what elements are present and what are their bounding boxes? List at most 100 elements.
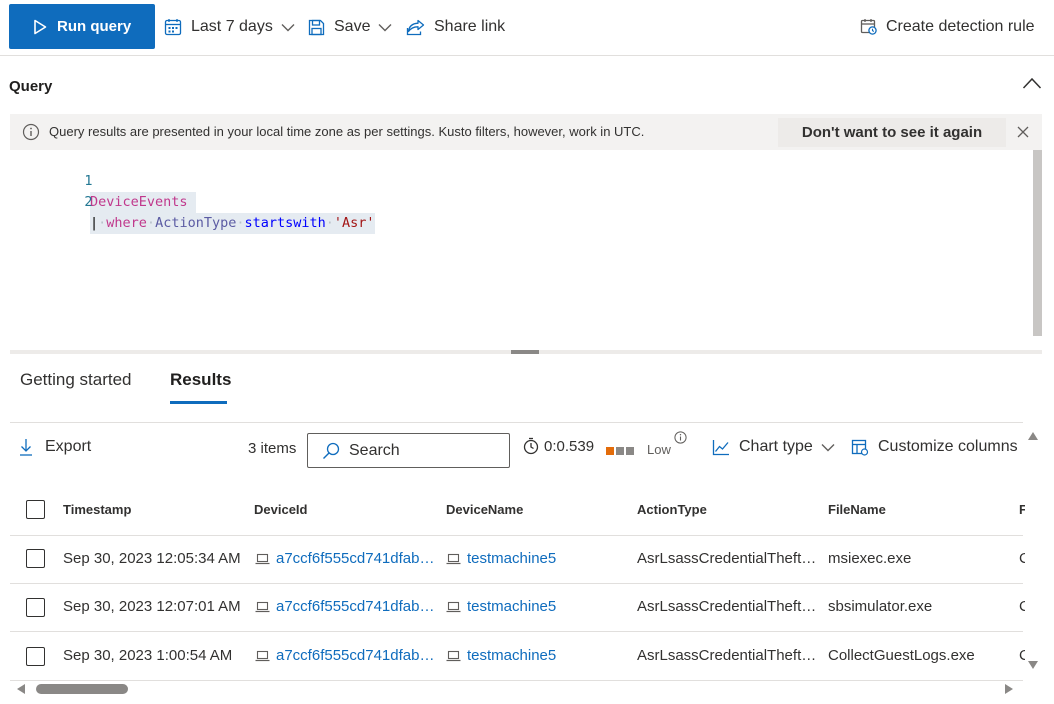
chevron-down-icon	[281, 23, 295, 32]
laptop-icon	[446, 553, 461, 564]
level-bar	[626, 447, 634, 455]
scroll-left-arrow-icon[interactable]	[16, 683, 26, 695]
scroll-right-arrow-icon[interactable]	[1004, 683, 1014, 695]
divider	[10, 631, 1023, 632]
customize-columns-label: Customize columns	[878, 438, 1018, 455]
column-header-timestamp[interactable]: Timestamp	[63, 502, 131, 517]
code-line: 1 DeviceEvents	[10, 150, 196, 213]
cell-deviceid-link[interactable]: a7ccf6f555cd741dfab…	[255, 550, 439, 567]
column-header-devicename[interactable]: DeviceName	[446, 502, 523, 517]
tab-getting-started[interactable]: Getting started	[20, 370, 132, 390]
customize-columns-button[interactable]: Customize columns	[851, 438, 1018, 456]
download-icon	[19, 438, 45, 456]
time-range-dropdown[interactable]: Last 7 days	[164, 14, 295, 40]
code-content: DeviceEvents	[90, 192, 196, 213]
close-icon[interactable]	[1015, 124, 1031, 140]
export-label: Export	[45, 438, 92, 455]
line-chart-icon	[712, 439, 730, 456]
search-placeholder: Search	[349, 441, 400, 459]
column-header-clipped[interactable]: F	[1019, 502, 1025, 517]
deviceid-text: a7ccf6f555cd741dfab…	[276, 647, 435, 664]
table-token: DeviceEvents	[90, 194, 188, 210]
field-token: ActionType	[155, 215, 237, 231]
info-icon	[22, 123, 40, 141]
laptop-icon	[446, 601, 461, 612]
calendar-icon	[164, 18, 182, 36]
code-content: |·where·ActionType·startswith·'Asr'	[90, 213, 375, 234]
columns-icon	[851, 439, 878, 456]
chart-type-label: Chart type	[739, 438, 813, 455]
cell-deviceid-link[interactable]: a7ccf6f555cd741dfab…	[255, 598, 439, 615]
detection-rule-icon	[860, 18, 878, 36]
scroll-down-arrow-icon[interactable]	[1027, 660, 1039, 670]
resource-usage-indicator	[606, 447, 634, 455]
cell-timestamp: Sep 30, 2023 1:00:54 AM	[63, 647, 233, 664]
query-duration: 0:0.539	[523, 437, 594, 455]
column-header-deviceid[interactable]: DeviceId	[254, 502, 307, 517]
chevron-down-icon	[378, 23, 392, 32]
floppy-icon	[308, 19, 325, 36]
export-button[interactable]: Export	[19, 438, 91, 456]
cell-timestamp: Sep 30, 2023 12:07:01 AM	[63, 598, 241, 615]
tab-results[interactable]: Results	[170, 370, 231, 390]
level-bar	[616, 447, 624, 455]
divider	[10, 583, 1023, 584]
cell-actiontype: AsrLsassCredentialTheft…	[637, 647, 817, 664]
save-dropdown[interactable]: Save	[308, 14, 392, 40]
deviceid-text: a7ccf6f555cd741dfab…	[276, 550, 435, 567]
splitter-handle[interactable]	[511, 350, 539, 354]
cell-filename: msiexec.exe	[828, 550, 912, 567]
query-section-title: Query	[9, 78, 53, 95]
time-range-label: Last 7 days	[191, 18, 273, 35]
pipe-token: |	[90, 215, 99, 231]
run-query-button[interactable]: Run query	[9, 4, 155, 49]
query-editor[interactable]: 1 DeviceEvents 2 |·where·ActionType·star…	[10, 150, 1032, 350]
create-detection-rule-label: Create detection rule	[886, 18, 1035, 35]
horizontal-scrollbar-thumb[interactable]	[36, 684, 128, 694]
string-token: 'Asr'	[333, 215, 375, 231]
laptop-icon	[255, 601, 270, 612]
share-link-label: Share link	[434, 18, 506, 35]
select-all-checkbox[interactable]	[26, 500, 45, 519]
devicename-text: testmachine5	[467, 647, 557, 664]
laptop-icon	[446, 650, 461, 661]
line-number: 1	[84, 173, 93, 189]
active-tab-indicator	[170, 401, 227, 404]
column-header-filename[interactable]: FileName	[828, 502, 886, 517]
row-checkbox[interactable]	[26, 549, 45, 568]
chevron-down-icon	[821, 443, 835, 452]
operator-token: where	[106, 215, 147, 231]
column-header-actiontype[interactable]: ActionType	[637, 502, 707, 517]
code-line: 2 |·where·ActionType·startswith·'Asr'	[10, 171, 375, 234]
scroll-up-arrow-icon[interactable]	[1027, 431, 1039, 441]
laptop-icon	[255, 650, 270, 661]
row-checkbox[interactable]	[26, 598, 45, 617]
search-input[interactable]: Search	[307, 433, 510, 468]
divider	[10, 680, 1023, 681]
devicename-text: testmachine5	[467, 598, 557, 615]
dont-show-again-button[interactable]: Don't want to see it again	[778, 118, 1006, 147]
cell-devicename-link[interactable]: testmachine5	[446, 598, 626, 615]
editor-scrollbar[interactable]	[1033, 150, 1042, 336]
cell-deviceid-link[interactable]: a7ccf6f555cd741dfab…	[255, 647, 439, 664]
cell-clipped: C	[1019, 550, 1025, 567]
row-checkbox[interactable]	[26, 647, 45, 666]
cell-devicename-link[interactable]: testmachine5	[446, 647, 626, 664]
cell-devicename-link[interactable]: testmachine5	[446, 550, 626, 567]
chevron-up-icon[interactable]	[1022, 77, 1042, 95]
devicename-text: testmachine5	[467, 550, 557, 567]
create-detection-rule-button[interactable]: Create detection rule	[860, 14, 1035, 40]
deviceid-text: a7ccf6f555cd741dfab…	[276, 598, 435, 615]
chart-type-dropdown[interactable]: Chart type	[712, 438, 835, 456]
level-bar-active	[606, 447, 614, 455]
cell-actiontype: AsrLsassCredentialTheft…	[637, 550, 817, 567]
info-message-text: Query results are presented in your loca…	[49, 124, 645, 139]
cell-filename: CollectGuestLogs.exe	[828, 647, 975, 664]
function-token: startswith	[244, 215, 326, 231]
line-number: 2	[84, 194, 93, 210]
share-link-button[interactable]: Share link	[406, 14, 505, 40]
cell-actiontype: AsrLsassCredentialTheft…	[637, 598, 817, 615]
info-icon[interactable]	[674, 431, 687, 444]
share-icon	[406, 19, 425, 36]
cell-filename: sbsimulator.exe	[828, 598, 933, 615]
